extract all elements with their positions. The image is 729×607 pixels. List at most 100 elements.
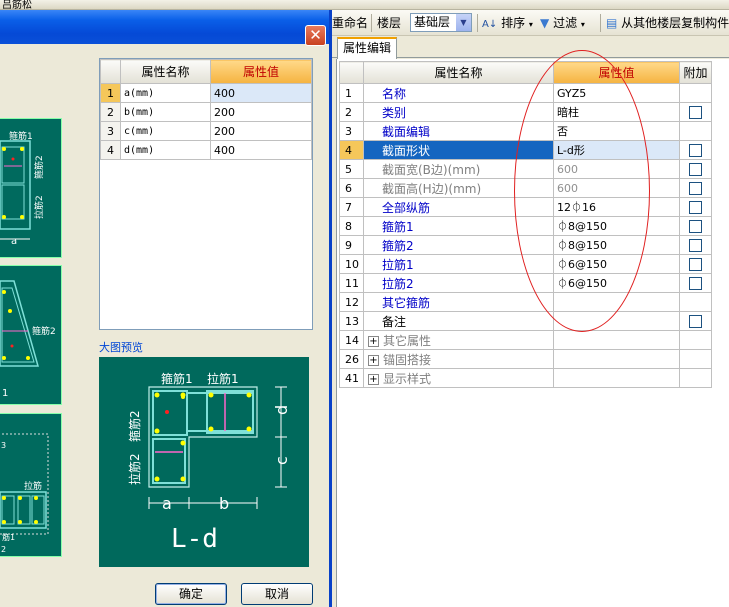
prop-row-number: 7 [339,197,364,217]
param-row-number: 4 [100,140,121,160]
property-group-row[interactable]: 26 + 锚固搭接 [339,349,712,369]
property-row[interactable]: 13 备注 [339,311,712,331]
param-value-input[interactable]: 400 [210,83,312,103]
thumb1-label-b: 箍筋2 [33,155,45,179]
group-label: 锚固搭接 [383,352,432,367]
ok-button[interactable]: 确定 [155,583,227,605]
preview-dim-d: d [272,405,291,415]
attach-checkbox[interactable] [689,105,702,119]
attach-checkbox[interactable] [689,276,702,290]
param-row[interactable]: 2 b(mm) 200 [100,102,312,122]
attach-checkbox[interactable] [689,257,702,271]
prop-row-number: 5 [339,159,364,179]
top-toolbar-strip: 吕筋松 [0,0,729,11]
attach-checkbox[interactable] [689,181,702,195]
shape-thumbnail-2[interactable]: 箍筋2 1 [0,265,62,405]
attach-checkbox[interactable] [689,162,702,176]
param-name: b(mm) [120,102,211,122]
thumb3-label-a: 拉筋 [24,480,42,492]
prop-attach-cell [679,121,712,141]
prop-attach-cell [679,159,712,179]
param-value-input[interactable]: 200 [210,121,312,141]
expand-plus-icon[interactable]: + [368,335,379,347]
annotation-ellipse [514,50,650,332]
prop-row-number: 14 [339,330,364,350]
prop-header-name: 属性名称 [363,61,554,84]
sort-button[interactable]: A↓ 排序 ▾ [482,14,533,31]
attach-checkbox[interactable] [689,143,702,157]
sort-label: 排序 [501,16,526,30]
group-label: 显示样式 [383,371,432,386]
attach-checkbox[interactable] [689,200,702,214]
prop-group-name: + 锚固搭接 [363,349,554,369]
expand-plus-icon[interactable]: + [368,354,379,366]
thumbnail-1-drawing: 箍筋1 箍筋2 拉筋2 a [0,130,45,247]
tab-property-edit[interactable]: 属性编辑 [337,37,397,59]
close-button[interactable]: ✕ [305,25,326,46]
param-row-number: 3 [100,121,121,141]
prop-row-number: 9 [339,235,364,255]
param-value-input[interactable]: 400 [210,140,312,160]
copy-from-floor-button[interactable]: ▤ 从其他楼层复制构件 [606,14,729,31]
prop-attach-cell [679,273,712,293]
prop-header-attach: 附加 [679,61,712,84]
param-header-value: 属性值 [210,59,312,84]
prop-name: 拉筋2 [363,273,554,293]
preview-tie1-label: 拉筋1 [207,371,239,386]
rename-button[interactable]: 重命名 [332,14,368,31]
corner-cell [100,59,121,84]
param-row[interactable]: 3 c(mm) 200 [100,121,312,141]
floor-select[interactable]: 基础层 ▼ [410,13,472,32]
expand-plus-icon[interactable]: + [368,373,379,385]
dialog-titlebar [0,10,329,44]
prop-name: 名称 [363,83,554,103]
shape-thumbnail-1[interactable]: 箍筋1 箍筋2 拉筋2 a [0,118,62,258]
prop-row-number: 2 [339,102,364,122]
param-row[interactable]: 1 a(mm) 400 [100,83,312,103]
chevron-down-icon: ▾ [528,20,533,29]
chevron-down-icon: ▾ [580,20,585,29]
prop-group-name: + 其它属性 [363,330,554,350]
preview-stirrup2-label: 箍筋2 [127,410,142,442]
cancel-button[interactable]: 取消 [241,583,313,605]
attach-checkbox[interactable] [689,238,702,252]
prop-row-number: 12 [339,292,364,312]
copy-icon: ▤ [606,16,618,30]
property-group-row[interactable]: 14 + 其它属性 [339,330,712,350]
prop-attach-cell [679,235,712,255]
param-value-input[interactable]: 200 [210,102,312,122]
prop-group-value [553,349,680,369]
prop-attach-cell [679,197,712,217]
attach-checkbox[interactable] [689,314,702,328]
filter-button[interactable]: ▼ 过滤 ▾ [540,14,585,31]
property-row[interactable]: 11 拉筋2 ⏀6@150 [339,273,712,293]
property-row[interactable]: 12 其它箍筋 [339,292,712,312]
thumb3-label-b: 3 [1,441,6,450]
thumb3-label-c: 筋1 [2,532,15,542]
close-icon: ✕ [309,26,322,44]
thumb2-label-b: 1 [2,388,8,399]
param-row-number: 2 [100,102,121,122]
attach-checkbox[interactable] [689,219,702,233]
prop-attach-cell [679,330,712,350]
preview-dim-c: c [272,456,291,465]
prop-row-number: 11 [339,273,364,293]
filter-label: 过滤 [553,16,578,30]
thumbnail-2-drawing: 箍筋2 1 [0,280,56,399]
prop-attach-cell [679,83,712,103]
param-row[interactable]: 4 d(mm) 400 [100,140,312,160]
floor-select-value: 基础层 [414,15,451,29]
prop-attach-cell [679,102,712,122]
copy-from-floor-label: 从其他楼层复制构件 [621,16,729,30]
thumb1-label-a: 箍筋1 [9,130,33,142]
prop-row-number: 4 [339,140,364,160]
param-name: d(mm) [120,140,211,160]
shape-thumbnail-3[interactable]: 拉筋 3 筋1 2 [0,413,62,557]
param-name: c(mm) [120,121,211,141]
prop-attach-cell [679,254,712,274]
prop-row-number: 26 [339,349,364,369]
property-row[interactable]: 1 名称 GYZ5 [339,83,712,103]
prop-attach-cell [679,292,712,312]
prop-group-name: + 显示样式 [363,368,554,388]
property-group-row[interactable]: 41 + 显示样式 [339,368,712,388]
